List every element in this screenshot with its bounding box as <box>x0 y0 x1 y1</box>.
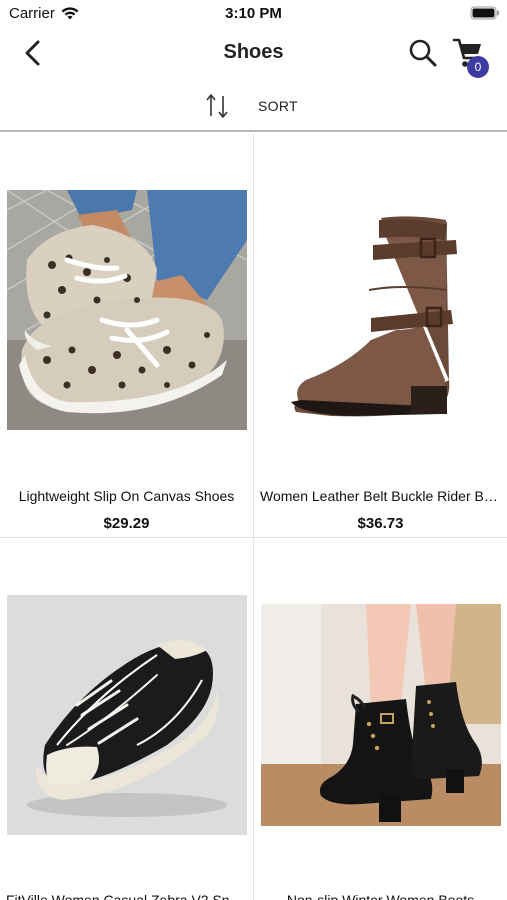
product-name: Non-slip Winter Women Boots <box>286 892 475 900</box>
product-card[interactable]: Lightweight Slip On Canvas Shoes $29.29 <box>0 134 253 537</box>
product-name: Women Leather Belt Buckle Rider Boots <box>260 488 501 504</box>
product-image-zebra-sneaker[interactable] <box>7 595 247 835</box>
clock: 3:10 PM <box>225 5 282 22</box>
search-icon <box>409 39 437 67</box>
status-bar: Carrier 3:10 PM <box>0 0 507 28</box>
product-price: $36.73 <box>357 515 404 532</box>
product-price: $29.29 <box>103 515 150 532</box>
product-card[interactable]: Women Leather Belt Buckle Rider Boots $3… <box>254 134 507 537</box>
sort-bar[interactable]: SORT <box>0 80 507 132</box>
search-button[interactable] <box>406 36 440 70</box>
product-image-brown-rider-boot[interactable] <box>261 190 501 430</box>
product-card[interactable]: Non-slip Winter Women Boots <box>254 538 507 900</box>
product-card[interactable]: FitVille Women Casual Zebra V2 Sneakers <box>0 538 253 900</box>
product-image-leopard-slip-on[interactable] <box>7 190 247 430</box>
product-name: Lightweight Slip On Canvas Shoes <box>18 488 235 504</box>
product-name: FitVille Women Casual Zebra V2 Sneakers <box>6 892 247 900</box>
cart-count-badge: 0 <box>467 56 489 78</box>
nav-bar: Shoes 0 <box>0 28 507 80</box>
sort-button[interactable]: SORT <box>258 98 298 114</box>
sort-arrows-icon[interactable] <box>203 92 231 120</box>
product-image-black-heel-boots[interactable] <box>261 604 501 826</box>
battery-icon <box>470 6 499 20</box>
product-grid: Lightweight Slip On Canvas Shoes $29.29 … <box>0 134 507 900</box>
